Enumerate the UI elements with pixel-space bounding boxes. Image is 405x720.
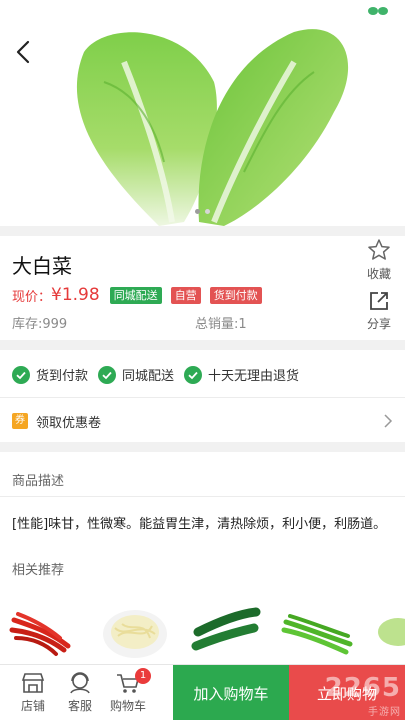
check-icon: [12, 365, 30, 384]
sales-count: 总销量:1: [195, 317, 247, 332]
recommend-item-bean-sprouts[interactable]: [100, 598, 170, 660]
product-description: [性能]味甘，性微寒。能益胃生津，清热除烦，利小便，利肠道。: [12, 517, 387, 532]
recommend-item-green-pepper[interactable]: [280, 598, 354, 658]
back-icon[interactable]: [12, 38, 36, 66]
service-icon: [70, 672, 90, 694]
coupon-icon: 券: [12, 413, 28, 429]
watermark-sub: 手游网: [368, 707, 401, 718]
divider: [0, 340, 405, 350]
pin-icon: [368, 7, 388, 15]
divider: [0, 496, 405, 497]
favorite-label: 收藏: [366, 267, 391, 281]
recommend-item-cucumber[interactable]: [190, 598, 262, 658]
service-guarantees: 货到付款 同城配送 十天无理由退货: [12, 365, 309, 384]
check-icon: [98, 365, 117, 384]
guarantee-item: 同城配送: [98, 365, 174, 384]
description-title: 商品描述: [12, 474, 65, 489]
store-label: 店铺: [20, 699, 45, 713]
favorite-button[interactable]: 收藏: [359, 238, 399, 282]
add-to-cart-button[interactable]: 加入购物车: [173, 665, 289, 720]
cabbage-image: [76, 29, 349, 226]
coupon-row[interactable]: 券 领取优惠卷: [12, 410, 393, 432]
store-button[interactable]: 店铺: [10, 671, 56, 714]
price-value: ¥1.98: [51, 285, 100, 305]
product-name: 大白菜: [12, 254, 72, 278]
recommend-item-gourd[interactable]: [372, 598, 405, 658]
divider: [0, 442, 405, 452]
star-icon: [368, 239, 390, 260]
store-icon: [21, 673, 45, 693]
service-button[interactable]: 客服: [57, 671, 103, 714]
guarantee-label: 同城配送: [122, 369, 175, 384]
cart-button[interactable]: 购物车 1: [105, 668, 151, 714]
guarantee-label: 货到付款: [36, 369, 89, 384]
tag-local-delivery: 同城配送: [109, 286, 162, 304]
check-icon: [184, 365, 203, 384]
recommend-item-chili[interactable]: [8, 598, 72, 658]
stock-count: 库存:999: [12, 317, 68, 332]
price-row: 现价： ¥1.98 同城配送 自营 货到付款: [12, 285, 271, 305]
guarantee-label: 十天无理由退货: [208, 369, 300, 384]
watermark-logo: 2265 手游网: [325, 673, 401, 718]
bottom-action-bar: 店铺 客服 购物车 1 加入购物车 立即购物 2265 手游网: [0, 664, 405, 720]
guarantee-item: 十天无理由退货: [184, 365, 299, 384]
service-label: 客服: [67, 699, 92, 713]
chevron-right-icon: [384, 414, 393, 428]
share-icon: [370, 292, 388, 310]
watermark-brand: 2265: [324, 673, 401, 703]
coupon-label: 领取优惠卷: [36, 415, 102, 431]
carousel-dots: [0, 209, 405, 214]
recommend-list: [0, 598, 405, 664]
guarantee-item: 货到付款: [12, 365, 88, 384]
divider: [0, 397, 405, 398]
share-button[interactable]: 分享: [359, 290, 399, 332]
tag-cash-on-delivery: 货到付款: [209, 286, 262, 304]
cart-count-badge: 1: [135, 668, 151, 684]
divider: [0, 226, 405, 236]
share-label: 分享: [366, 317, 391, 331]
price-label: 现价：: [12, 289, 52, 305]
cart-label: 购物车: [109, 699, 146, 713]
recommend-title: 相关推荐: [12, 563, 65, 578]
tag-self-operated: 自营: [170, 286, 201, 304]
product-image-carousel[interactable]: [0, 0, 405, 226]
